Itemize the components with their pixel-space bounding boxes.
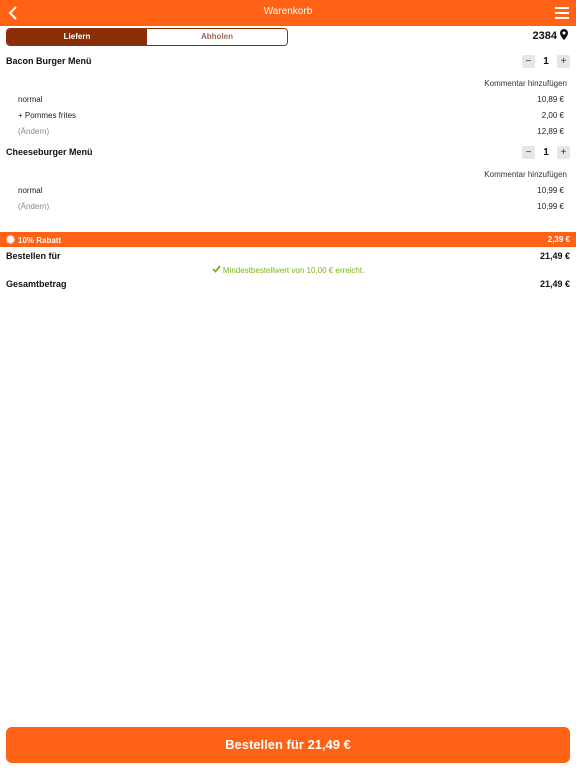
decrease-button[interactable]: − <box>522 146 535 159</box>
hamburger-menu-icon[interactable] <box>554 5 570 21</box>
discount-bar: 10% Rabatt 2,39 € <box>0 232 576 247</box>
tab-abholen[interactable]: Abholen <box>147 29 287 45</box>
list-item: (Ändern) 10,99 € <box>18 202 564 211</box>
add-comment-link[interactable]: Kommentar hinzufügen <box>484 170 567 179</box>
location-pin-icon <box>560 29 568 43</box>
change-link[interactable]: (Ändern) <box>18 127 49 136</box>
discount-label: 10% Rabatt <box>18 236 62 245</box>
list-item: + Pommes frites 2,00 € <box>18 111 564 120</box>
delivery-mode-toggle: Liefern Abholen <box>6 28 288 46</box>
quantity-value: 1 <box>543 56 549 67</box>
total-row: Gesamtbetrag 21,49 € <box>6 279 570 289</box>
quantity-stepper: − 1 + <box>522 55 570 68</box>
badge-icon <box>6 235 15 246</box>
top-bar: Warenkorb <box>0 0 576 26</box>
discount-value: 2,39 € <box>547 235 570 244</box>
list-item: normal 10,99 € <box>18 186 564 195</box>
quantity-value: 1 <box>543 147 549 158</box>
order-button[interactable]: Bestellen für 21,49 € <box>6 727 570 763</box>
postal-code: 2384 <box>532 30 557 42</box>
decrease-button[interactable]: − <box>522 55 535 68</box>
order-for-row: Bestellen für 21,49 € <box>6 251 570 261</box>
tab-liefern[interactable]: Liefern <box>7 29 147 45</box>
check-icon <box>212 265 223 275</box>
increase-button[interactable]: + <box>557 55 570 68</box>
increase-button[interactable]: + <box>557 146 570 159</box>
add-comment-link[interactable]: Kommentar hinzufügen <box>484 79 567 88</box>
min-order-notice: Mindestbestellwert von 10,00 € erreicht. <box>0 265 576 275</box>
list-item: (Ändern) 12,89 € <box>18 127 564 136</box>
page-title: Warenkorb <box>263 6 313 17</box>
item-name: Bacon Burger Menü <box>6 56 92 66</box>
item-name: Cheeseburger Menü <box>6 147 93 157</box>
location-selector[interactable]: 2384 <box>533 29 568 43</box>
change-link[interactable]: (Ändern) <box>18 202 49 211</box>
list-item: normal 10,89 € <box>18 95 564 104</box>
quantity-stepper: − 1 + <box>522 146 570 159</box>
